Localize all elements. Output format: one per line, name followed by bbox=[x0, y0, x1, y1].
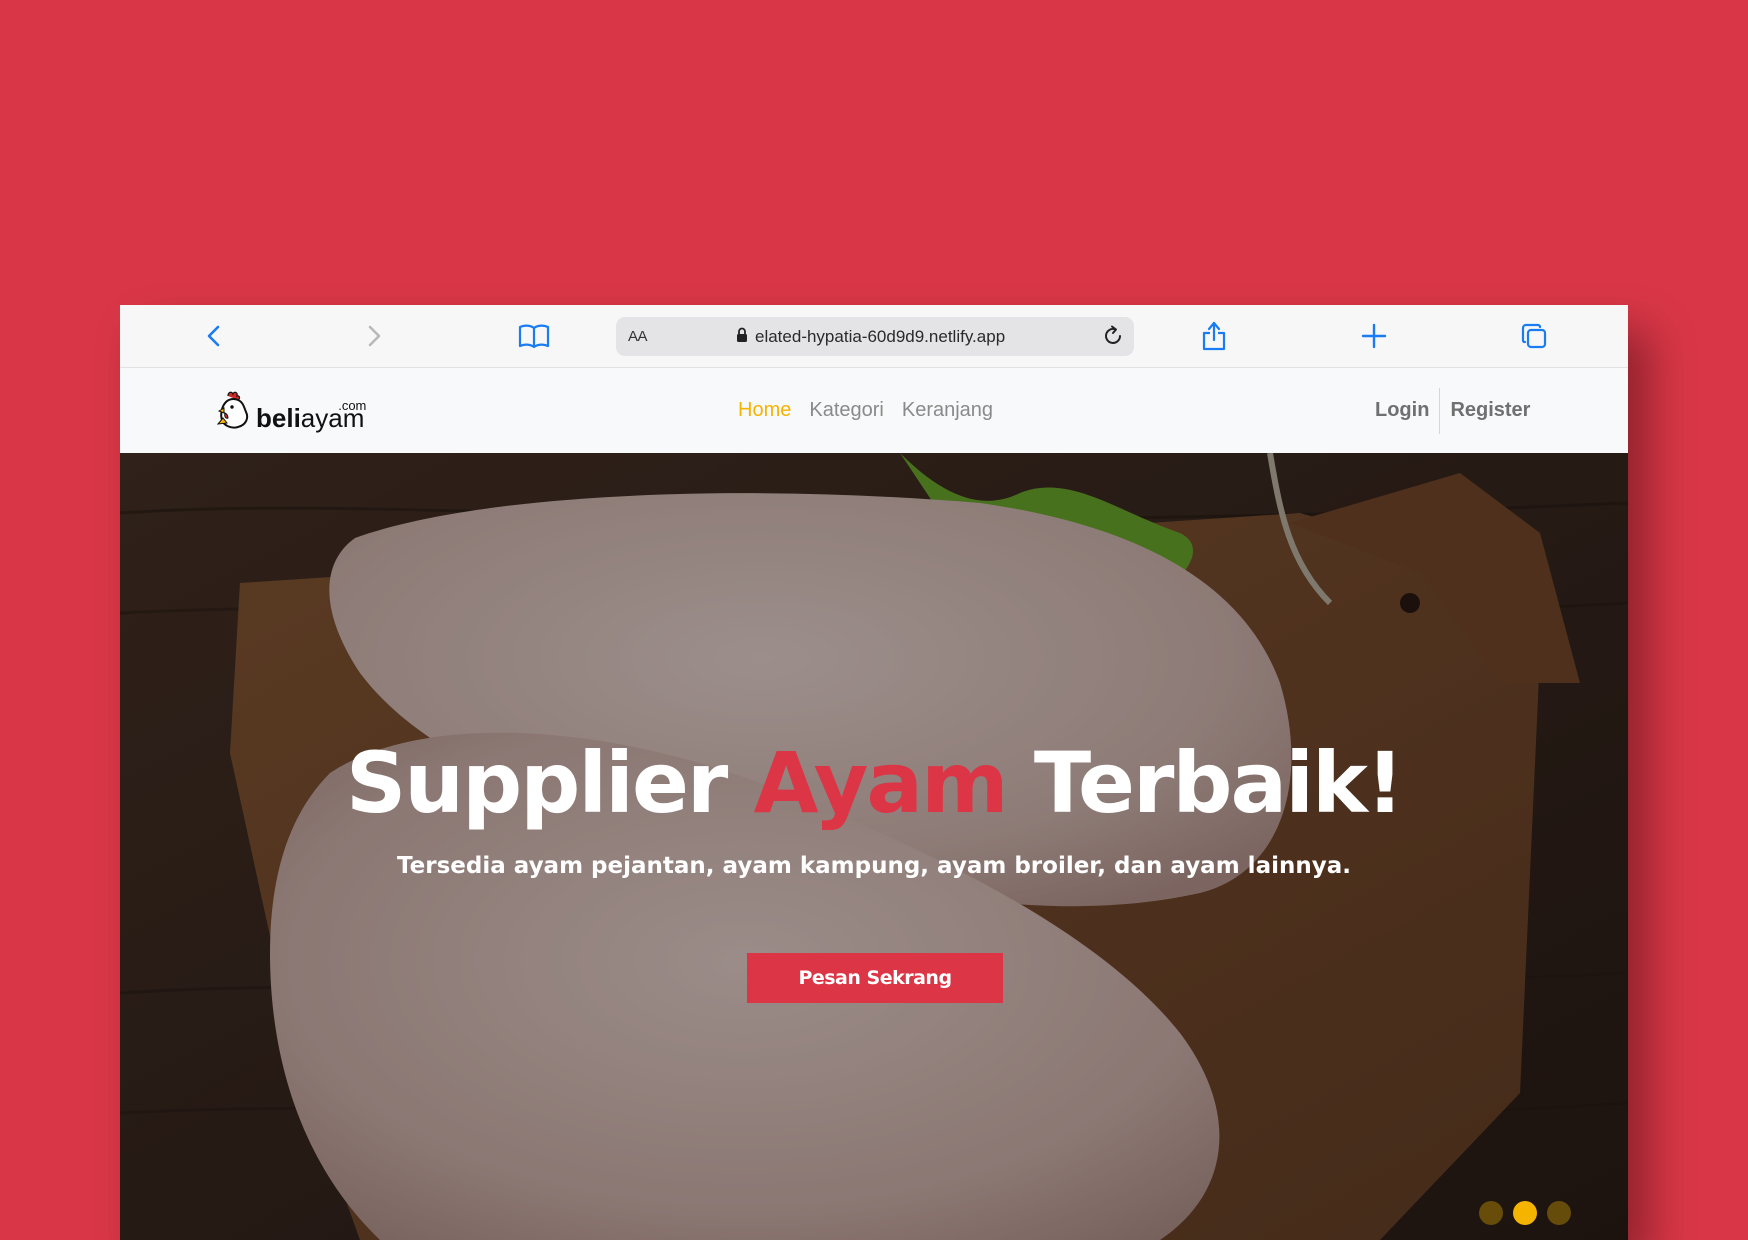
site-navbar: beliayam .com Home Kategori Keranjang Lo… bbox=[120, 368, 1628, 453]
url-text: elated-hypatia-60d9d9.netlify.app bbox=[755, 326, 1006, 346]
back-icon[interactable] bbox=[198, 320, 230, 352]
bookmarks-icon[interactable] bbox=[518, 320, 550, 352]
hero-subtitle: Tersedia ayam pejantan, ayam kampung, ay… bbox=[397, 853, 1351, 879]
logo-text-beli: beli bbox=[256, 403, 301, 433]
carousel-dot-active[interactable] bbox=[1513, 1201, 1537, 1225]
hero-title-part1: Supplier bbox=[345, 734, 729, 832]
nav-link-home[interactable]: Home bbox=[738, 399, 791, 422]
order-now-button[interactable]: Pesan Sekrang bbox=[747, 953, 1003, 1003]
hero-overlay bbox=[120, 453, 1628, 1240]
logo-wordmark: beliayam .com bbox=[256, 398, 366, 434]
login-link[interactable]: Login bbox=[1375, 399, 1429, 422]
tabs-icon[interactable] bbox=[1518, 320, 1550, 352]
hero-title-part2: Terbaik! bbox=[1033, 734, 1404, 832]
chicken-logo-icon bbox=[216, 390, 252, 434]
reload-icon[interactable] bbox=[1098, 321, 1128, 351]
auth-divider bbox=[1439, 387, 1441, 434]
browser-window: AA elated-hypatia-60d9d9.netlify.app bel… bbox=[120, 305, 1628, 1240]
main-nav: Home Kategori Keranjang bbox=[738, 368, 993, 453]
carousel-dot[interactable] bbox=[1547, 1201, 1571, 1225]
lock-icon bbox=[736, 327, 748, 347]
hero-carousel: Supplier Ayam Terbaik! Tersedia ayam pej… bbox=[120, 453, 1628, 1240]
reader-text-size-button[interactable]: AA bbox=[628, 317, 648, 356]
site-logo[interactable]: beliayam .com bbox=[216, 388, 366, 434]
logo-dotcom: .com bbox=[338, 398, 367, 413]
hero-title: Supplier Ayam Terbaik! bbox=[120, 733, 1628, 833]
hero-title-accent: Ayam bbox=[753, 734, 1009, 832]
browser-toolbar: AA elated-hypatia-60d9d9.netlify.app bbox=[120, 305, 1628, 368]
share-icon[interactable] bbox=[1198, 320, 1230, 352]
address-bar[interactable]: AA elated-hypatia-60d9d9.netlify.app bbox=[616, 317, 1134, 356]
auth-links: Login Register bbox=[1375, 368, 1530, 453]
nav-link-kategori[interactable]: Kategori bbox=[809, 399, 884, 422]
nav-link-keranjang[interactable]: Keranjang bbox=[902, 399, 993, 422]
new-tab-icon[interactable] bbox=[1358, 320, 1390, 352]
url-display[interactable]: elated-hypatia-60d9d9.netlify.app bbox=[736, 317, 1005, 356]
register-link[interactable]: Register bbox=[1450, 399, 1530, 422]
carousel-dot[interactable] bbox=[1479, 1201, 1503, 1225]
carousel-indicators bbox=[1479, 1201, 1571, 1225]
forward-icon[interactable] bbox=[358, 320, 390, 352]
